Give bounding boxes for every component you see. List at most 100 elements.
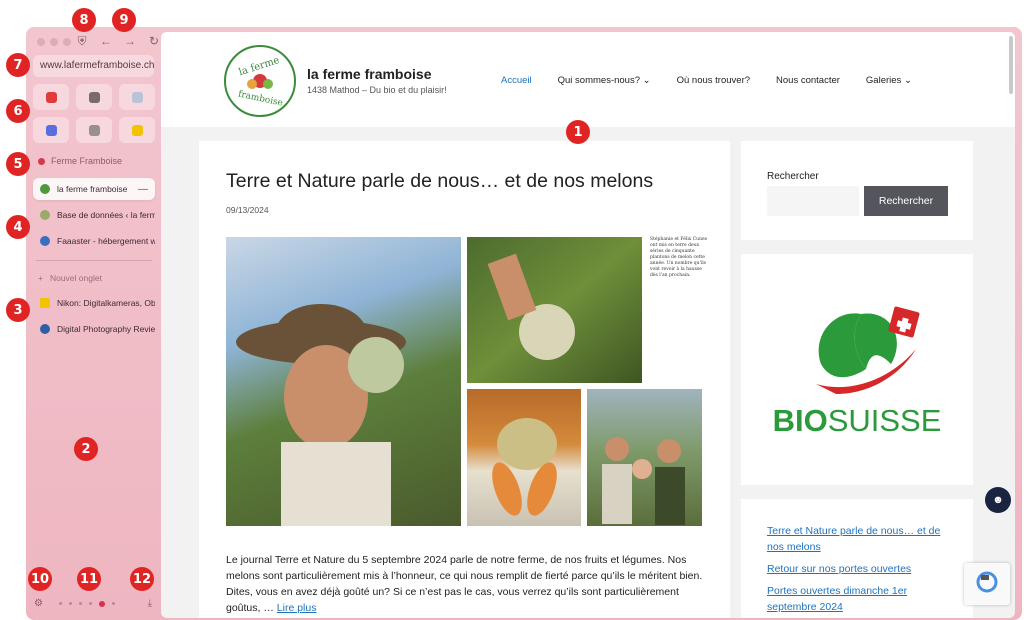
photo-hands-melon	[467, 237, 642, 383]
tab-label: Base de données ‹ la ferme	[57, 210, 155, 220]
window-controls	[37, 38, 71, 46]
tab-folder[interactable]: Ferme Framboise	[38, 156, 122, 166]
favicon-icon	[40, 184, 50, 194]
annotation-marker: 11	[77, 567, 101, 591]
search-button[interactable]: Rechercher	[864, 186, 948, 216]
favicon-icon	[40, 210, 50, 220]
recent-posts-widget: Terre et Nature parle de nous… et de nos…	[741, 499, 973, 618]
biosuisse-logo[interactable]: BIOSUISSE	[741, 254, 973, 485]
site-header: la ferme framboise la ferme framboise 14…	[161, 32, 1015, 127]
app-icon	[88, 124, 100, 136]
pinned-tab[interactable]: Digital Photography Review	[33, 318, 155, 340]
recent-post-link[interactable]: Retour sur nos portes ouvertes	[767, 561, 947, 577]
folder-icon	[38, 157, 45, 165]
dpreview-icon	[40, 324, 50, 334]
article-card: Terre et Nature parle de nous… et de nos…	[199, 141, 730, 618]
favorite-app-grey[interactable]	[76, 84, 112, 110]
site-title[interactable]: la ferme framboise	[307, 66, 432, 82]
favorite-youtube[interactable]	[33, 84, 69, 110]
close-tab-icon[interactable]: —	[138, 184, 148, 195]
document-icon	[131, 91, 143, 103]
favorite-app-blue[interactable]	[33, 117, 69, 143]
pinned-tab[interactable]: Nikon: Digitalkameras, Objektive	[33, 292, 155, 314]
annotation-marker: 5	[6, 152, 30, 176]
app-icon	[88, 91, 100, 103]
space-dot-current[interactable]	[98, 600, 105, 607]
space-dot[interactable]	[78, 602, 82, 605]
tab-active[interactable]: la ferme framboise —	[33, 178, 155, 200]
annotation-marker: 2	[74, 437, 98, 461]
close-window-button[interactable]	[37, 38, 45, 46]
search-widget: Rechercher Rechercher	[741, 141, 973, 240]
tab-item[interactable]: Faaaster - hébergement web	[33, 230, 155, 252]
back-icon[interactable]: ←	[100, 34, 112, 49]
annotation-marker: 3	[6, 298, 30, 322]
article-excerpt: Le journal Terre et Nature du 5 septembr…	[226, 552, 706, 616]
photo-graphic	[602, 437, 685, 525]
annotation-marker: 9	[112, 8, 136, 32]
recaptcha-badge[interactable]	[964, 563, 1010, 605]
favorites-grid	[33, 84, 155, 143]
menu-item-nous-contacter[interactable]: Nous contacter	[776, 75, 840, 86]
space-dot[interactable]	[111, 602, 115, 605]
new-tab-button[interactable]: + Nouvel onglet	[38, 273, 102, 283]
nav-controls: ⛨ ← → ↻	[76, 34, 160, 49]
web-content: la ferme framboise la ferme framboise 14…	[161, 32, 1015, 618]
browser-sidebar: ⛨ ← → ↻ www.lafermeframboise.ch Ferme Fr…	[26, 27, 160, 620]
tab-label: Digital Photography Review	[57, 324, 155, 334]
folder-label: Ferme Framboise	[51, 156, 123, 166]
annotation-marker: 12	[130, 567, 154, 591]
article-title[interactable]: Terre et Nature parle de nous… et de nos…	[226, 170, 653, 193]
menu-item-accueil[interactable]: Accueil	[501, 75, 532, 86]
biosuisse-widget: BIOSUISSE	[741, 254, 973, 485]
svg-text:framboise: framboise	[237, 89, 284, 108]
address-bar[interactable]: www.lafermeframboise.ch	[33, 55, 154, 77]
sidebar-footer: ⚙ ⤓	[34, 598, 152, 609]
tab-item[interactable]: Base de données ‹ la ferme	[33, 204, 155, 226]
favorite-app-f[interactable]	[76, 117, 112, 143]
search-input[interactable]	[767, 186, 859, 216]
space-dot[interactable]	[88, 602, 92, 605]
photo-family	[587, 389, 702, 526]
read-more-link[interactable]: Lire plus	[277, 602, 317, 614]
chevron-down-icon: ⌄	[642, 75, 651, 86]
reload-icon[interactable]: ↻	[148, 34, 160, 49]
photo-sliced-melon	[467, 389, 581, 526]
scrollbar-thumb[interactable]	[1009, 36, 1013, 94]
recent-post-link[interactable]: Terre et Nature parle de nous… et de nos…	[767, 523, 947, 555]
photo-graphic	[487, 253, 575, 360]
chevron-down-icon: ⌄	[903, 75, 912, 86]
site-logo[interactable]: la ferme framboise	[224, 45, 296, 117]
new-tab-label: Nouvel onglet	[49, 273, 102, 283]
nikon-icon	[40, 298, 50, 308]
photo-graphic	[236, 304, 406, 526]
plus-icon: +	[38, 273, 43, 283]
sidebar-divider	[36, 260, 152, 261]
menu-item-galeries[interactable]: Galeries ⌄	[866, 75, 912, 86]
download-icon[interactable]: ⤓	[148, 598, 152, 609]
shield-icon[interactable]: ⛨	[76, 34, 88, 49]
photo-caption: Stéphanie et Félix Cuneo ont mis en terr…	[650, 237, 708, 278]
site-description: 1438 Mathod – Du bio et du plaisir!	[307, 85, 447, 95]
annotation-marker: 6	[6, 99, 30, 123]
photo-graphic	[492, 418, 557, 516]
main-menu: Accueil Qui sommes-nous? ⌄ Où nous trouv…	[501, 75, 938, 86]
menu-item-qui-sommes-nous[interactable]: Qui sommes-nous? ⌄	[558, 75, 651, 86]
minimize-window-button[interactable]	[50, 38, 58, 46]
settings-icon[interactable]: ⚙	[34, 598, 43, 609]
recaptcha-icon	[976, 571, 998, 593]
annotation-marker: 8	[72, 8, 96, 32]
menu-item-ou-nous-trouver[interactable]: Où nous trouver?	[677, 75, 750, 86]
recent-post-link[interactable]: Portes ouvertes dimanche 1er septembre 2…	[767, 583, 947, 615]
space-switcher[interactable]	[58, 600, 115, 607]
annotation-marker: 10	[28, 567, 52, 591]
space-dot[interactable]	[58, 602, 62, 605]
favorite-app-doc[interactable]	[119, 84, 155, 110]
forward-icon[interactable]: →	[124, 34, 136, 49]
favorite-nikon[interactable]	[119, 117, 155, 143]
zoom-window-button[interactable]	[63, 38, 71, 46]
svg-text:BIOSUISSE: BIOSUISSE	[773, 403, 942, 438]
space-dot[interactable]	[68, 602, 72, 605]
browser-window: ⛨ ← → ↻ www.lafermeframboise.ch Ferme Fr…	[26, 27, 1022, 620]
chat-bubble-icon[interactable]: ☻	[985, 487, 1011, 513]
